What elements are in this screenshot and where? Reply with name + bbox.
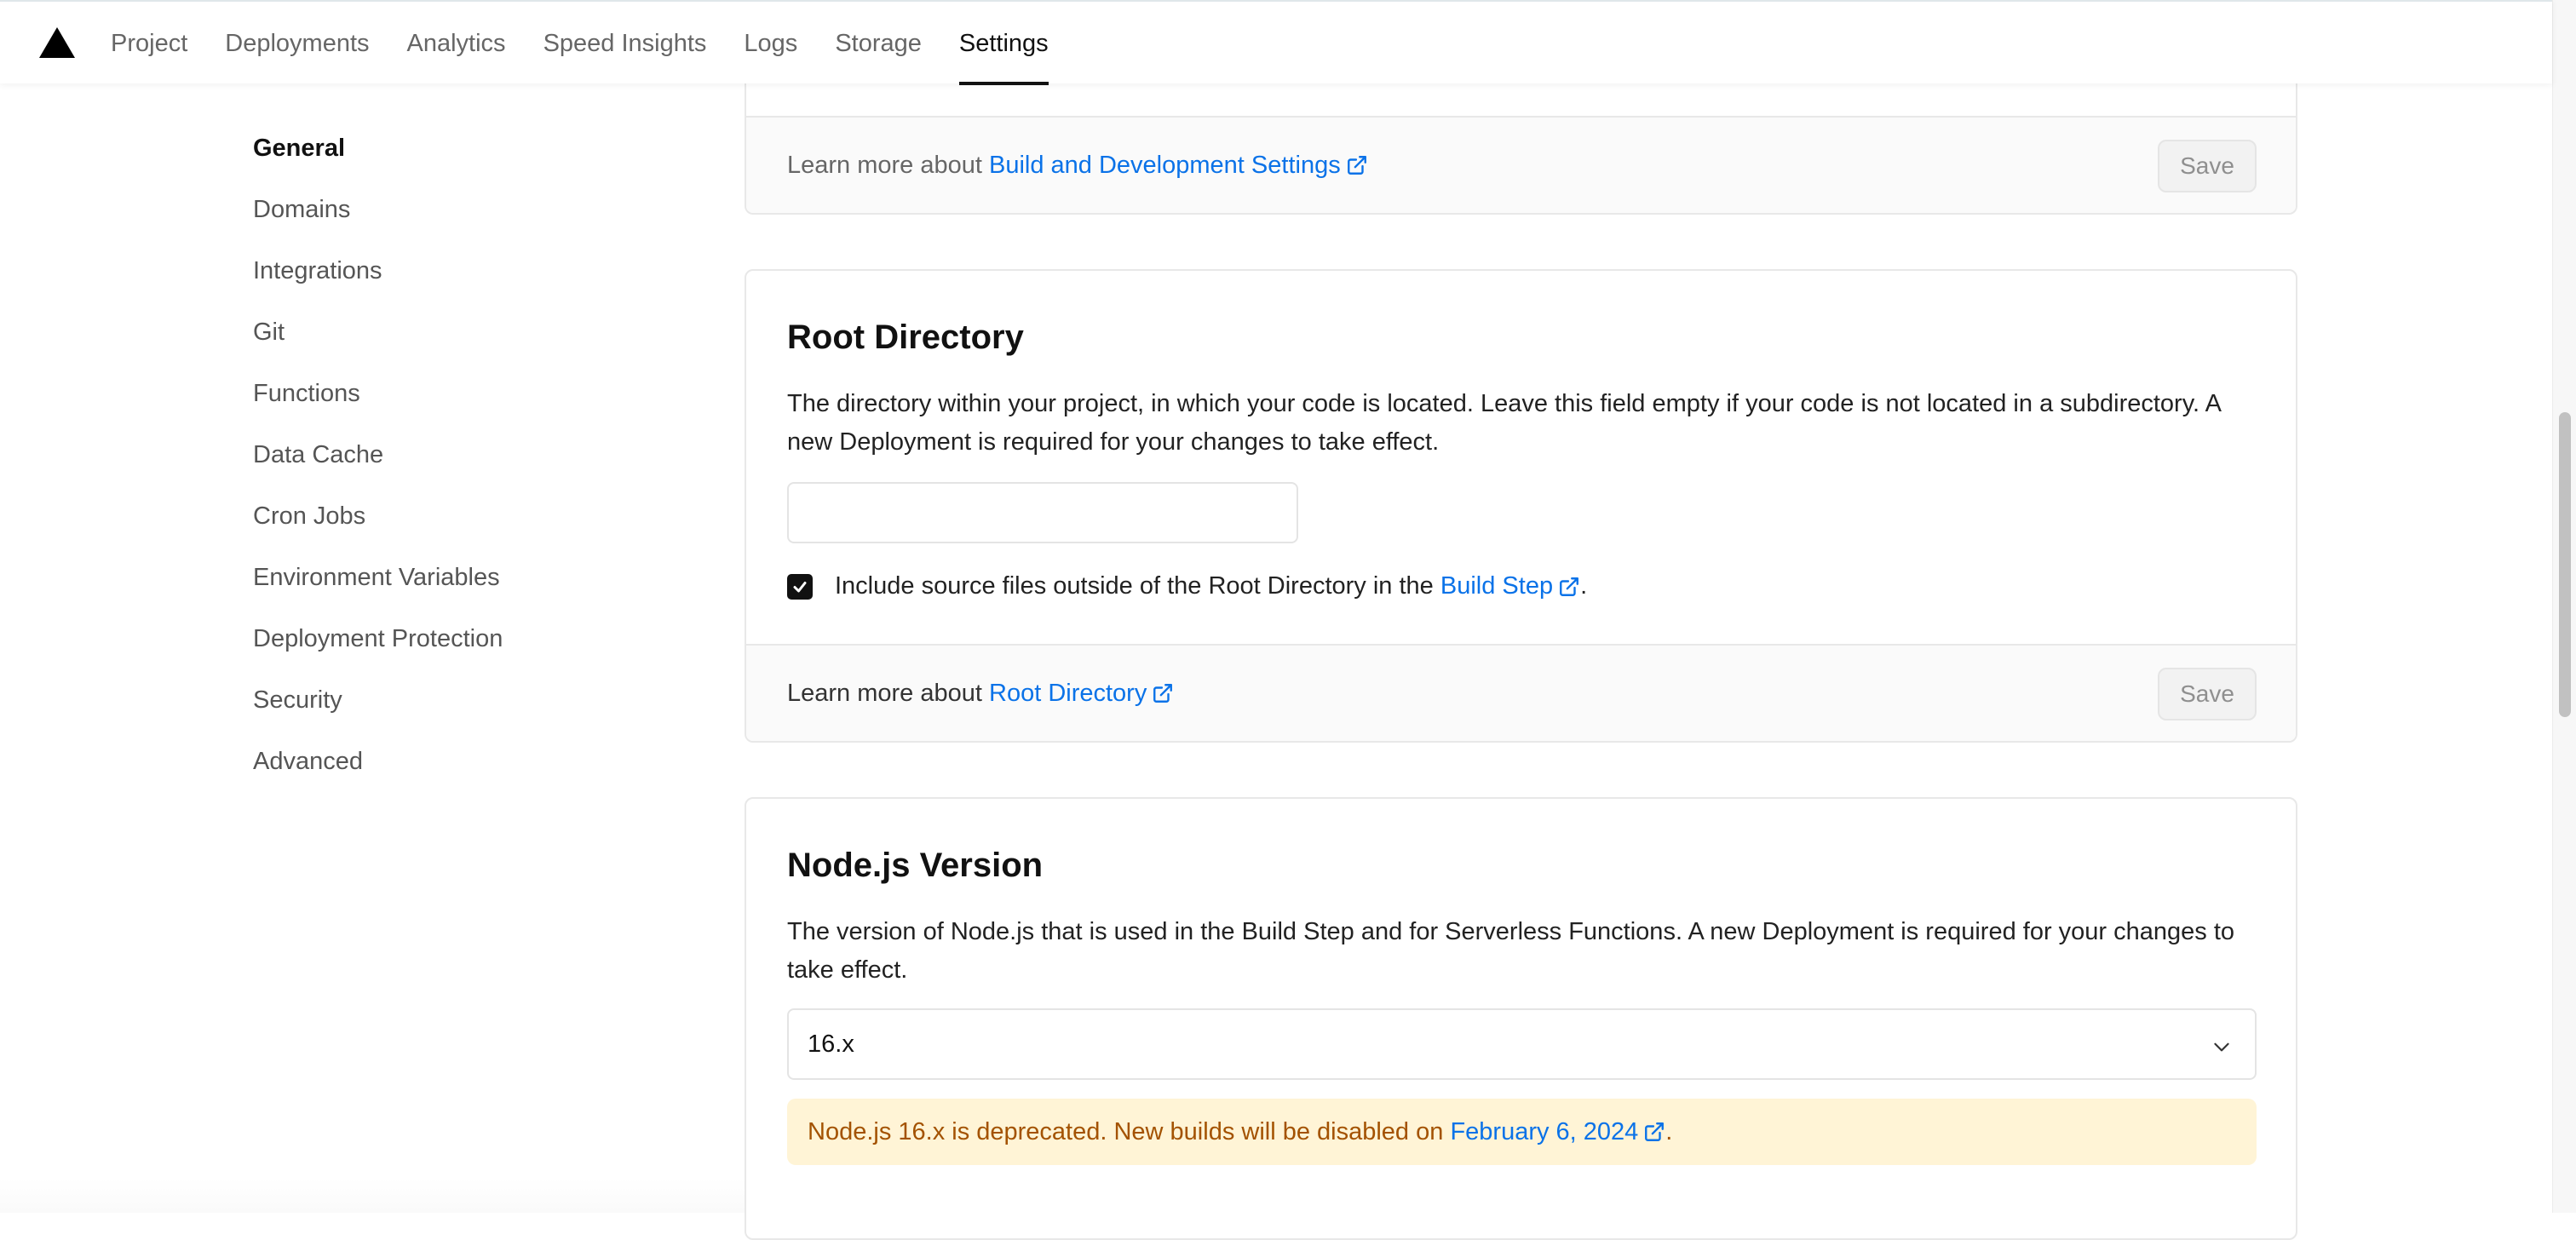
build-settings-link[interactable]: Build and Development Settings (989, 152, 1368, 180)
tab-project[interactable]: Project (92, 2, 206, 85)
sidebar-item-security[interactable]: Security (253, 669, 696, 731)
top-navigation-bar: Project Deployments Analytics Speed Insi… (0, 0, 2552, 83)
root-directory-card: Root Directory The directory within your… (745, 269, 2297, 743)
nav-tabs: Project Deployments Analytics Speed Insi… (92, 2, 1067, 85)
sidebar-item-git[interactable]: Git (253, 301, 696, 363)
learn-more-text: Learn more about (787, 152, 982, 180)
root-directory-save-button[interactable]: Save (2158, 668, 2257, 720)
vercel-logo-icon[interactable] (39, 27, 75, 58)
node-version-selected-value: 16.x (808, 1030, 854, 1059)
root-directory-description: The directory within your project, in wh… (787, 385, 2252, 462)
root-directory-link[interactable]: Root Directory (989, 680, 1174, 708)
build-step-link-label: Build Step (1440, 572, 1553, 600)
bottom-fade (0, 1179, 745, 1213)
warning-text: Node.js 16.x is deprecated. New builds w… (808, 1118, 1443, 1146)
tab-storage[interactable]: Storage (816, 2, 940, 85)
root-directory-footer: Learn more about Root Directory Save (746, 644, 2296, 741)
sidebar-item-cron-jobs[interactable]: Cron Jobs (253, 485, 696, 547)
sidebar-item-data-cache[interactable]: Data Cache (253, 424, 696, 485)
include-source-files-row: Include source files outside of the Root… (787, 572, 1587, 600)
tab-logs[interactable]: Logs (725, 2, 816, 85)
node-version-select[interactable]: 16.x (787, 1008, 2257, 1080)
sidebar-item-environment-variables[interactable]: Environment Variables (253, 547, 696, 608)
tab-analytics[interactable]: Analytics (388, 2, 525, 85)
sidebar-item-advanced[interactable]: Advanced (253, 731, 696, 792)
sidebar-item-functions[interactable]: Functions (253, 363, 696, 424)
external-link-icon (1152, 682, 1174, 704)
node-deprecation-warning: Node.js 16.x is deprecated. New builds w… (787, 1099, 2257, 1165)
tab-speed-insights[interactable]: Speed Insights (525, 2, 726, 85)
node-version-card: Node.js Version The version of Node.js t… (745, 797, 2297, 1240)
build-settings-link-label: Build and Development Settings (989, 152, 1341, 180)
tab-settings[interactable]: Settings (940, 2, 1067, 85)
external-link-icon (1558, 576, 1580, 598)
learn-more-text: Learn more about (787, 680, 982, 708)
node-version-title: Node.js Version (787, 847, 1043, 885)
page-scrollbar-thumb[interactable] (2559, 412, 2571, 717)
chevron-down-icon (2211, 1036, 2233, 1058)
deprecation-date-link[interactable]: February 6, 2024 (1450, 1118, 1665, 1146)
sidebar-item-general[interactable]: General (253, 118, 696, 179)
root-directory-title: Root Directory (787, 319, 1024, 357)
build-step-link[interactable]: Build Step (1440, 572, 1580, 600)
checkmark-icon (791, 578, 808, 595)
sidebar-item-domains[interactable]: Domains (253, 179, 696, 240)
external-link-icon (1643, 1121, 1665, 1143)
settings-sidebar: General Domains Integrations Git Functio… (253, 118, 696, 792)
warning-suffix: . (1665, 1118, 1672, 1146)
include-source-files-label: Include source files outside of the Root… (835, 572, 1434, 600)
external-link-icon (1346, 154, 1368, 176)
build-settings-footer: Learn more about Build and Development S… (746, 116, 2296, 213)
root-directory-link-label: Root Directory (989, 680, 1147, 708)
sidebar-item-integrations[interactable]: Integrations (253, 240, 696, 301)
node-version-description: The version of Node.js that is used in t… (787, 913, 2252, 990)
include-source-files-checkbox[interactable] (787, 574, 813, 600)
sidebar-item-deployment-protection[interactable]: Deployment Protection (253, 608, 696, 669)
include-source-files-suffix: . (1580, 572, 1587, 600)
tab-deployments[interactable]: Deployments (206, 2, 388, 85)
deprecation-date-link-label: February 6, 2024 (1450, 1118, 1638, 1146)
root-directory-input[interactable] (787, 482, 1298, 543)
build-settings-save-button[interactable]: Save (2158, 140, 2257, 192)
